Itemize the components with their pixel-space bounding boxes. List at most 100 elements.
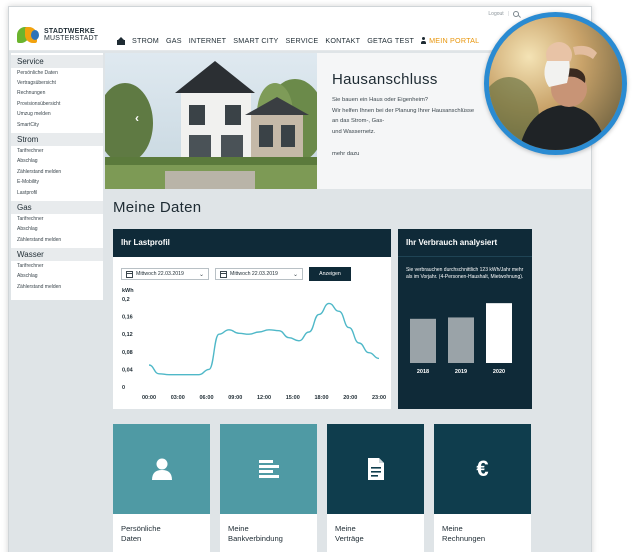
sidebar-item-provisionsuebersicht[interactable]: Provisionsübersicht xyxy=(11,99,103,109)
tile-label-line: Rechnungen xyxy=(442,534,486,543)
sidebar-heading-wasser[interactable]: Wasser xyxy=(11,248,103,262)
tile-icon-area xyxy=(113,424,210,514)
y-tick-label: 0 xyxy=(122,385,125,391)
chevron-down-icon: ⌄ xyxy=(292,271,298,278)
x-tick-label: 12:00 xyxy=(257,395,271,401)
date-from-select[interactable]: Mittwoch 22.03.2019 ⌄ xyxy=(121,268,209,280)
sidebar-item-vertragsuebersicht[interactable]: Vertragsübersicht xyxy=(11,78,103,88)
sidebar-group-wasser: Wasser Tarifrechner Abschlag Zählerstand… xyxy=(11,248,103,292)
verbrauch-chart: 2018 2019 2020 xyxy=(410,303,512,375)
verbrauch-title: Ihr Verbrauch analysiert xyxy=(398,229,532,257)
verbrauch-panel: Ihr Verbrauch analysiert Sie verbrauchen… xyxy=(398,229,532,409)
verbrauch-text: Sie verbrauchen durchschnittlich 123 kWh… xyxy=(406,267,524,280)
calendar-icon xyxy=(126,270,133,278)
date-to-select[interactable]: Mittwoch 22.03.2019 ⌄ xyxy=(215,268,303,280)
sidebar-item-wasser-abschlag[interactable]: Abschlag xyxy=(11,272,103,282)
tile-bankverbindung[interactable]: Meine Bankverbindung xyxy=(220,424,317,552)
logout-link[interactable]: Logout xyxy=(488,11,503,17)
nav-item-kontakt[interactable]: KONTAKT xyxy=(325,36,360,45)
y-tick-label: 0,08 xyxy=(122,350,133,356)
tile-vertraege[interactable]: Meine Verträge xyxy=(327,424,424,552)
sidebar-item-gas-zaehlerstand[interactable]: Zählerstand melden xyxy=(11,235,103,245)
series-line xyxy=(148,302,380,376)
nav-item-strom[interactable]: STROM xyxy=(132,36,159,45)
home-icon[interactable] xyxy=(117,36,125,45)
tile-persoenliche-daten[interactable]: Persönliche Daten xyxy=(113,424,210,552)
sidebar-item-wasser-zaehlerstand[interactable]: Zählerstand melden xyxy=(11,282,103,292)
tile-label-line: Verträge xyxy=(335,534,364,543)
document-icon xyxy=(367,458,384,480)
hero-prev-arrow[interactable]: ‹ xyxy=(135,111,139,125)
x-tick-label: 09:00 xyxy=(228,395,242,401)
tile-label-line: Persönliche xyxy=(121,524,161,533)
nav-item-service[interactable]: SERVICE xyxy=(286,36,319,45)
sidebar-item-gas-tarifrechner[interactable]: Tarifrechner xyxy=(11,214,103,224)
bank-lines-icon xyxy=(258,460,279,478)
sidebar-item-gas-abschlag[interactable]: Abschlag xyxy=(11,225,103,235)
main-nav: STROM GAS INTERNET SMART CITY SERVICE KO… xyxy=(117,36,479,45)
sidebar-item-strom-abschlag[interactable]: Abschlag xyxy=(11,157,103,167)
utility-bar: Logout | xyxy=(488,11,519,17)
nav-item-mein-portal[interactable]: MEIN PORTAL xyxy=(421,36,479,45)
page: Logout | STADTWERKE MUSTERSTADT STROM GA… xyxy=(0,0,633,552)
sidebar-item-strom-tarifrechner[interactable]: Tarifrechner xyxy=(11,146,103,156)
sidebar-item-umzug-melden[interactable]: Umzug melden xyxy=(11,110,103,120)
hero-text-line: Sie bauen ein Haus oder Eigenheim? xyxy=(332,97,429,103)
y-tick-label: 0,12 xyxy=(122,332,133,338)
sidebar-heading-gas[interactable]: Gas xyxy=(11,201,103,215)
tile-label-line: Bankverbindung xyxy=(228,534,283,543)
nav-item-gas[interactable]: GAS xyxy=(166,36,182,45)
person-icon xyxy=(151,458,172,480)
y-tick-label: 0,16 xyxy=(122,315,133,321)
x-tick-label: 23:00 xyxy=(372,395,386,401)
nav-item-getag-test[interactable]: GETAG TEST xyxy=(367,36,414,45)
hero-text-line: Wir helfen Ihnen bei der Planung Ihrer H… xyxy=(332,107,475,114)
date-to-value: Mittwoch 22.03.2019 xyxy=(230,271,278,277)
nav-item-smart-city[interactable]: SMART CITY xyxy=(233,36,278,45)
section-title-meine-daten: Meine Daten xyxy=(113,199,202,216)
sidebar-item-strom-zaehlerstand[interactable]: Zählerstand melden xyxy=(11,167,103,177)
hero-more-link[interactable]: mehr dazu xyxy=(332,151,359,157)
sidebar: Service Persönliche Daten Vertragsübersi… xyxy=(11,53,103,300)
family-photo xyxy=(484,12,627,155)
tile-label-line: Meine xyxy=(335,524,356,533)
nav-item-internet[interactable]: INTERNET xyxy=(189,36,227,45)
bar xyxy=(448,317,474,363)
sidebar-heading-service[interactable]: Service xyxy=(11,55,103,68)
bar xyxy=(486,303,512,363)
bar-category-label: 2020 xyxy=(493,369,505,375)
euro-icon: € xyxy=(476,456,489,481)
sidebar-item-lastprofil[interactable]: Lastprofil xyxy=(11,188,103,198)
mein-portal-label: MEIN PORTAL xyxy=(429,36,480,45)
x-tick-label: 20:00 xyxy=(343,395,357,401)
tile-rechnungen[interactable]: € Meine Rechnungen xyxy=(434,424,531,552)
x-tick-label: 06:00 xyxy=(199,395,213,401)
sidebar-heading-strom[interactable]: Strom xyxy=(11,133,103,147)
sidebar-group-strom: Strom Tarifrechner Abschlag Zählerstand … xyxy=(11,133,103,198)
search-icon[interactable] xyxy=(513,11,519,17)
logo[interactable]: STADTWERKE MUSTERSTADT xyxy=(17,25,98,45)
tile-label: Meine Bankverbindung xyxy=(220,514,317,544)
tile-icon-area xyxy=(220,424,317,514)
sidebar-item-rechnungen[interactable]: Rechnungen xyxy=(11,89,103,99)
chevron-down-icon: ⌄ xyxy=(198,271,204,278)
tile-label: Meine Rechnungen xyxy=(434,514,531,544)
x-tick-label: 03:00 xyxy=(171,395,185,401)
x-tick-label: 15:00 xyxy=(286,395,300,401)
sidebar-item-smartcity[interactable]: SmartCity xyxy=(11,120,103,130)
sidebar-item-wasser-tarifrechner[interactable]: Tarifrechner xyxy=(11,261,103,271)
tile-label: Meine Verträge xyxy=(327,514,424,544)
utility-separator: | xyxy=(507,11,509,17)
house-image: ‹ xyxy=(105,53,317,189)
y-axis-label: kWh xyxy=(122,288,134,294)
sidebar-item-persoenliche-daten[interactable]: Persönliche Daten xyxy=(11,68,103,78)
bar-category-label: 2019 xyxy=(455,369,467,375)
tile-icon-area: € xyxy=(434,424,531,514)
date-from-value: Mittwoch 22.03.2019 xyxy=(136,271,184,277)
hero-text-line: und Wassernetz. xyxy=(332,128,376,135)
sidebar-item-e-mobility[interactable]: E-Mobility xyxy=(11,178,103,188)
hero-title: Hausanschluss xyxy=(332,71,438,88)
calendar-icon xyxy=(220,270,227,278)
anzeigen-button[interactable]: Anzeigen xyxy=(309,267,351,281)
tile-label-line: Daten xyxy=(121,534,142,543)
